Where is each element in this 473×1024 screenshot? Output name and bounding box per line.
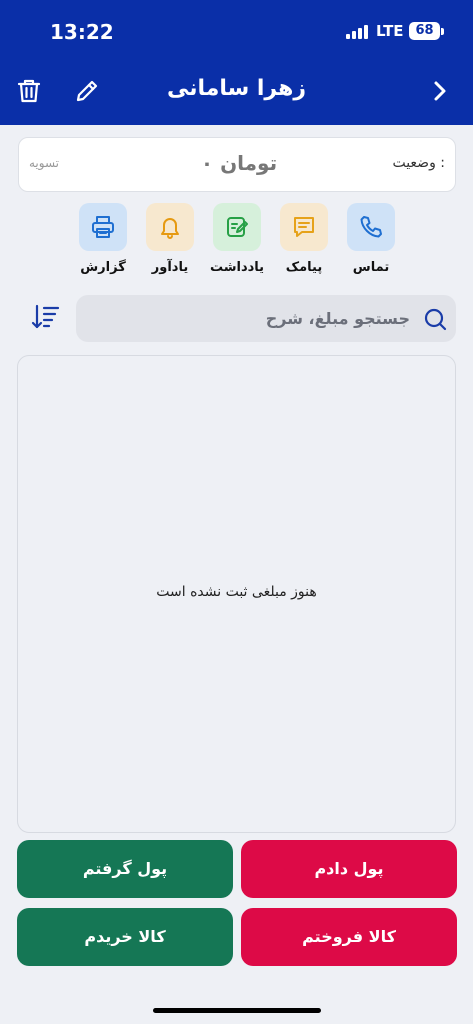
transactions-list: هنوز مبلغی ثبت نشده است xyxy=(17,355,456,833)
note-label: یادداشت xyxy=(209,260,265,275)
back-button[interactable] xyxy=(425,76,455,106)
phone-icon xyxy=(347,203,395,251)
bought-goods-button[interactable]: کالا خریدم xyxy=(17,908,233,966)
network-label: LTE xyxy=(376,22,404,40)
home-indicator xyxy=(153,1008,321,1013)
search-icon xyxy=(424,308,447,331)
note-icon xyxy=(213,203,261,251)
balance-amount: ۰ تومان xyxy=(200,151,278,175)
report-action[interactable]: گزارش xyxy=(74,203,132,283)
signal-icon xyxy=(346,25,368,39)
status-time: 13:22 xyxy=(50,20,114,44)
note-action[interactable]: یادداشت xyxy=(208,203,266,283)
chevron-right-icon xyxy=(434,81,446,101)
status-label: وضعیت : xyxy=(392,155,445,171)
sms-action[interactable]: پیامک xyxy=(275,203,333,283)
empty-state-message: هنوز مبلغی ثبت نشده است xyxy=(156,584,317,600)
balance-card: وضعیت : ۰ تومان تسویه xyxy=(18,137,456,192)
reminder-action[interactable]: یادآور xyxy=(141,203,199,283)
page-title: زهرا سامانی xyxy=(166,76,307,101)
printer-icon xyxy=(79,203,127,251)
battery-tip xyxy=(441,28,444,35)
report-label: گزارش xyxy=(80,260,126,275)
search-input[interactable] xyxy=(90,295,410,342)
battery-icon: 68 xyxy=(409,22,440,40)
sms-label: پیامک xyxy=(285,260,323,275)
gave-money-button[interactable]: پول دادم xyxy=(241,840,457,898)
status-badge: تسویه xyxy=(29,156,60,170)
call-action[interactable]: تماس xyxy=(342,203,400,283)
sort-button[interactable] xyxy=(28,300,62,334)
search-bar xyxy=(76,295,456,342)
got-money-button[interactable]: پول گرفتم xyxy=(17,840,233,898)
sort-icon xyxy=(31,304,60,329)
call-label: تماس xyxy=(352,260,390,275)
app-header: 13:22 LTE 68 زهرا سامانی xyxy=(0,0,473,125)
sold-goods-button[interactable]: کالا فروختم xyxy=(241,908,457,966)
message-icon xyxy=(280,203,328,251)
reminder-label: یادآور xyxy=(151,260,189,275)
bell-icon xyxy=(146,203,194,251)
